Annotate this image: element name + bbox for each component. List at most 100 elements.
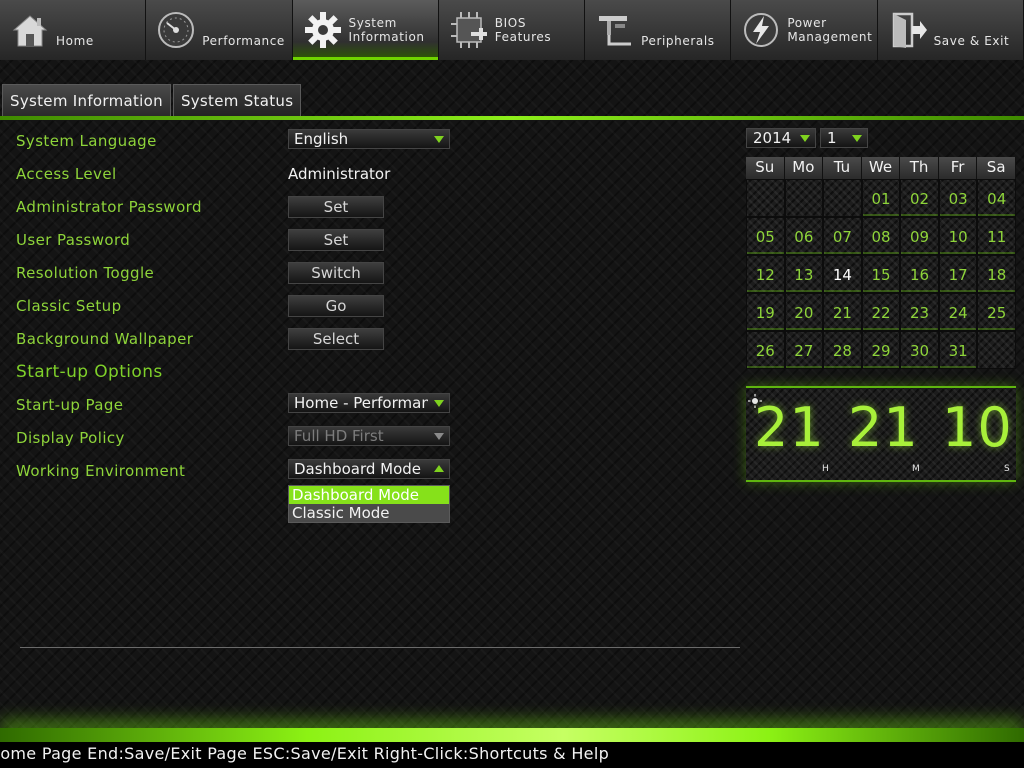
clock-unit-hours: H	[822, 464, 829, 474]
calendar-dayname: We	[861, 157, 901, 179]
calendar-day[interactable]: 01	[861, 179, 901, 217]
user-password-label: User Password	[16, 231, 131, 249]
display-policy-label: Display Policy	[16, 429, 125, 447]
calendar-empty-cell	[977, 331, 1016, 369]
nav-performance-label: Performance	[202, 34, 285, 48]
calendar-day[interactable]: 11	[977, 217, 1016, 255]
calendar-day[interactable]: 03	[938, 179, 978, 217]
calendar-empty-cell	[746, 179, 785, 217]
tab-bar: System Information System Status	[2, 84, 302, 116]
calendar-dayname: Su	[746, 157, 785, 179]
footer-bar: Home Page End:Save/Exit Page ESC:Save/Ex…	[0, 742, 1024, 768]
startup-page-dropdown[interactable]: Home - Performance	[288, 393, 450, 413]
system-language-label: System Language	[16, 132, 157, 150]
exit-door-icon	[892, 12, 927, 48]
nav-system-information[interactable]: System Information	[292, 0, 439, 60]
calendar-empty-cell	[823, 179, 862, 217]
calendar-day[interactable]: 07	[823, 217, 862, 255]
calendar-day[interactable]: 02	[900, 179, 939, 217]
calendar-day[interactable]: 23	[900, 293, 939, 331]
calendar-day[interactable]: 17	[938, 255, 978, 293]
calendar-day[interactable]: 24	[938, 293, 978, 331]
access-level-value: Administrator	[288, 165, 391, 183]
nav-home-label: Home	[56, 34, 94, 48]
working-environment-dropdown[interactable]: Dashboard Mode	[288, 459, 450, 479]
calendar-dayname: Mo	[784, 157, 824, 179]
display-policy-dropdown: Full HD First	[288, 426, 450, 446]
calendar-year-value: 2014	[753, 129, 792, 147]
calendar-day[interactable]: 13	[784, 255, 824, 293]
nav-save-exit-label: Save & Exit	[933, 34, 1010, 48]
calendar-day-names: Su Mo Tu We Th Fr Sa	[746, 157, 1016, 179]
admin-password-label: Administrator Password	[16, 198, 202, 216]
tab-system-status[interactable]: System Status	[172, 84, 302, 116]
nav-performance[interactable]: Performance	[146, 0, 293, 60]
calendar-day[interactable]: 10	[938, 217, 978, 255]
nav-save-exit[interactable]: Save & Exit	[877, 0, 1024, 60]
nav-home[interactable]: Home	[0, 0, 147, 60]
calendar-day[interactable]: 12	[746, 255, 785, 293]
user-password-set-button[interactable]: Set	[288, 229, 384, 251]
nav-bios-features[interactable]: BIOS Features	[438, 0, 586, 60]
resolution-toggle-label: Resolution Toggle	[16, 264, 155, 282]
nav-bios-features-label: BIOS Features	[494, 16, 552, 44]
startup-page-label: Start-up Page	[16, 396, 124, 414]
calendar-dayname: Fr	[938, 157, 978, 179]
calendar-day[interactable]: 16	[900, 255, 939, 293]
calendar-day[interactable]: 09	[900, 217, 939, 255]
calendar-day[interactable]: 25	[977, 293, 1016, 331]
option-dashboard-mode[interactable]: Dashboard Mode	[289, 486, 449, 504]
nav-peripherals-label: Peripherals	[641, 34, 715, 48]
footer-shortcuts-text: Home Page End:Save/Exit Page ESC:Save/Ex…	[0, 744, 610, 763]
calendar-day[interactable]: 31	[938, 331, 978, 369]
calendar-day[interactable]: 26	[746, 331, 785, 369]
content-divider	[20, 647, 740, 648]
tab-system-information[interactable]: System Information	[2, 84, 171, 116]
footer-glow-bar	[0, 728, 1024, 742]
calendar-day[interactable]: 19	[746, 293, 785, 331]
calendar-day[interactable]: 14	[823, 255, 862, 293]
nav-peripherals[interactable]: Peripherals	[585, 0, 732, 60]
admin-password-set-button[interactable]: Set	[288, 196, 384, 218]
chevron-up-icon	[434, 465, 444, 472]
calendar-day[interactable]: 04	[977, 179, 1016, 217]
power-icon	[744, 13, 779, 47]
calendar-day[interactable]: 06	[784, 217, 824, 255]
clock-unit-seconds: S	[1004, 464, 1010, 474]
calendar-day[interactable]: 05	[746, 217, 785, 255]
calendar-day[interactable]: 20	[784, 293, 824, 331]
calendar-day[interactable]: 27	[784, 331, 824, 369]
calendar-day[interactable]: 21	[823, 293, 862, 331]
calendar-month-select[interactable]: 1	[820, 128, 868, 148]
calendar-day[interactable]: 08	[861, 217, 901, 255]
calendar-day[interactable]: 28	[823, 331, 862, 369]
peripherals-icon	[599, 16, 632, 46]
tab-underline	[0, 116, 1024, 120]
top-navigation: Home Performance System Information BIOS…	[0, 0, 1024, 60]
clock-seconds: 10	[942, 396, 1013, 459]
wallpaper-select-button[interactable]: Select	[288, 328, 384, 350]
calendar-day[interactable]: 30	[900, 331, 939, 369]
working-environment-label: Working Environment	[16, 462, 186, 480]
nav-power-management[interactable]: Power Management	[731, 0, 878, 60]
chip-icon	[450, 12, 487, 48]
calendar-year-select[interactable]: 2014	[746, 128, 816, 148]
clock-hours: 21	[754, 396, 825, 459]
classic-setup-go-button[interactable]: Go	[288, 295, 384, 317]
calendar-day[interactable]: 29	[861, 331, 901, 369]
calendar-day[interactable]: 18	[977, 255, 1016, 293]
clock-minutes: 21	[848, 396, 919, 459]
clock-unit-minutes: M	[912, 464, 920, 474]
background-wallpaper-label: Background Wallpaper	[16, 330, 194, 348]
calendar-day[interactable]: 15	[861, 255, 901, 293]
display-policy-value: Full HD First	[294, 427, 384, 445]
chevron-down-icon	[434, 400, 444, 407]
calendar-day[interactable]: 22	[861, 293, 901, 331]
system-language-dropdown[interactable]: English	[288, 129, 450, 149]
chevron-down-icon	[852, 135, 862, 142]
system-language-value: English	[294, 130, 349, 148]
startup-options-heading: Start-up Options	[16, 362, 163, 382]
nav-system-information-label: System Information	[348, 16, 425, 44]
resolution-switch-button[interactable]: Switch	[288, 262, 384, 284]
option-classic-mode[interactable]: Classic Mode	[289, 504, 449, 522]
